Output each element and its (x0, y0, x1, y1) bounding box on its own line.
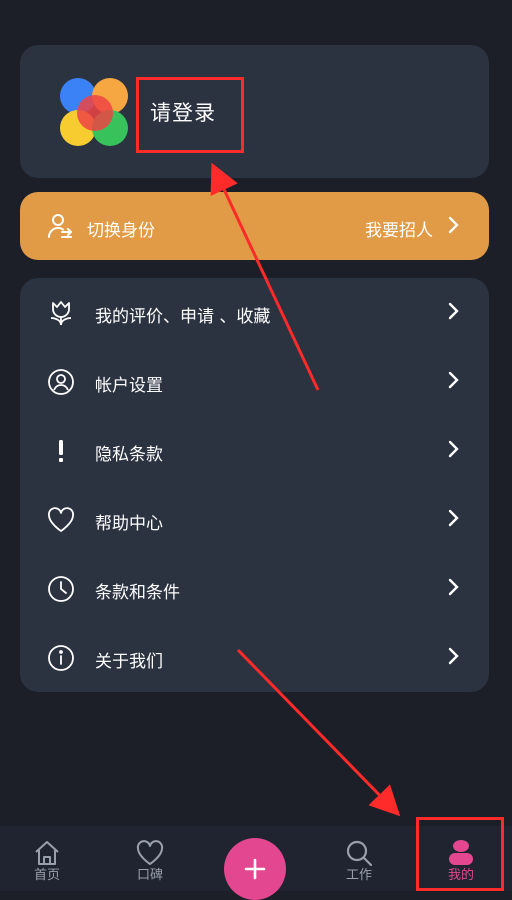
menu-item-label: 帮助中心 (95, 514, 163, 534)
menu-item-help-center[interactable]: 帮助中心 (20, 491, 489, 549)
chevron-right-icon (447, 578, 459, 596)
tab-reputation[interactable]: 口碑 (115, 826, 185, 891)
menu-item-label: 我的评价、申请 、收藏 (95, 307, 271, 327)
app-logo-icon (60, 78, 130, 148)
tab-label: 口碑 (136, 868, 163, 883)
user-switch-icon (46, 212, 74, 240)
tab-work[interactable]: 工作 (324, 826, 394, 891)
clock-icon (46, 574, 76, 604)
info-icon (46, 643, 76, 673)
chevron-right-icon (447, 371, 459, 389)
plus-icon (244, 858, 266, 880)
menu-item-label: 帐户设置 (95, 376, 163, 396)
menu-item-label: 条款和条件 (95, 583, 180, 603)
switch-identity-label: 切换身份 (87, 221, 155, 241)
menu-item-about-us[interactable]: 关于我们 (20, 629, 489, 687)
chevron-right-icon (447, 302, 459, 320)
chevron-right-icon (447, 216, 459, 234)
account-circle-icon (46, 367, 76, 397)
highlight-box-mine-tab (416, 817, 504, 891)
chevron-right-icon (447, 509, 459, 527)
menu-item-label: 隐私条款 (95, 445, 163, 465)
chevron-right-icon (447, 440, 459, 458)
exclamation-icon (46, 436, 76, 466)
heart-icon (46, 505, 76, 535)
menu-card: 我的评价、申请 、收藏 帐户设置 隐私条款 帮助中心 条款和条件 关于我们 (20, 278, 489, 692)
tulip-icon (46, 298, 76, 328)
highlight-box-login (136, 77, 244, 153)
menu-item-label: 关于我们 (95, 652, 163, 672)
chevron-right-icon (447, 647, 459, 665)
menu-item-account-settings[interactable]: 帐户设置 (20, 353, 489, 411)
menu-item-terms[interactable]: 条款和条件 (20, 560, 489, 618)
hire-label[interactable]: 我要招人 (365, 216, 433, 241)
switch-identity-bar[interactable]: 切换身份 我要招人 (20, 192, 489, 260)
menu-item-my-reviews[interactable]: 我的评价、申请 、收藏 (20, 284, 489, 342)
menu-item-privacy[interactable]: 隐私条款 (20, 422, 489, 480)
profile-card[interactable]: 请登录 (20, 45, 489, 178)
tab-label: 首页 (33, 868, 60, 883)
tab-home[interactable]: 首页 (12, 826, 82, 891)
tab-label: 工作 (345, 868, 372, 883)
